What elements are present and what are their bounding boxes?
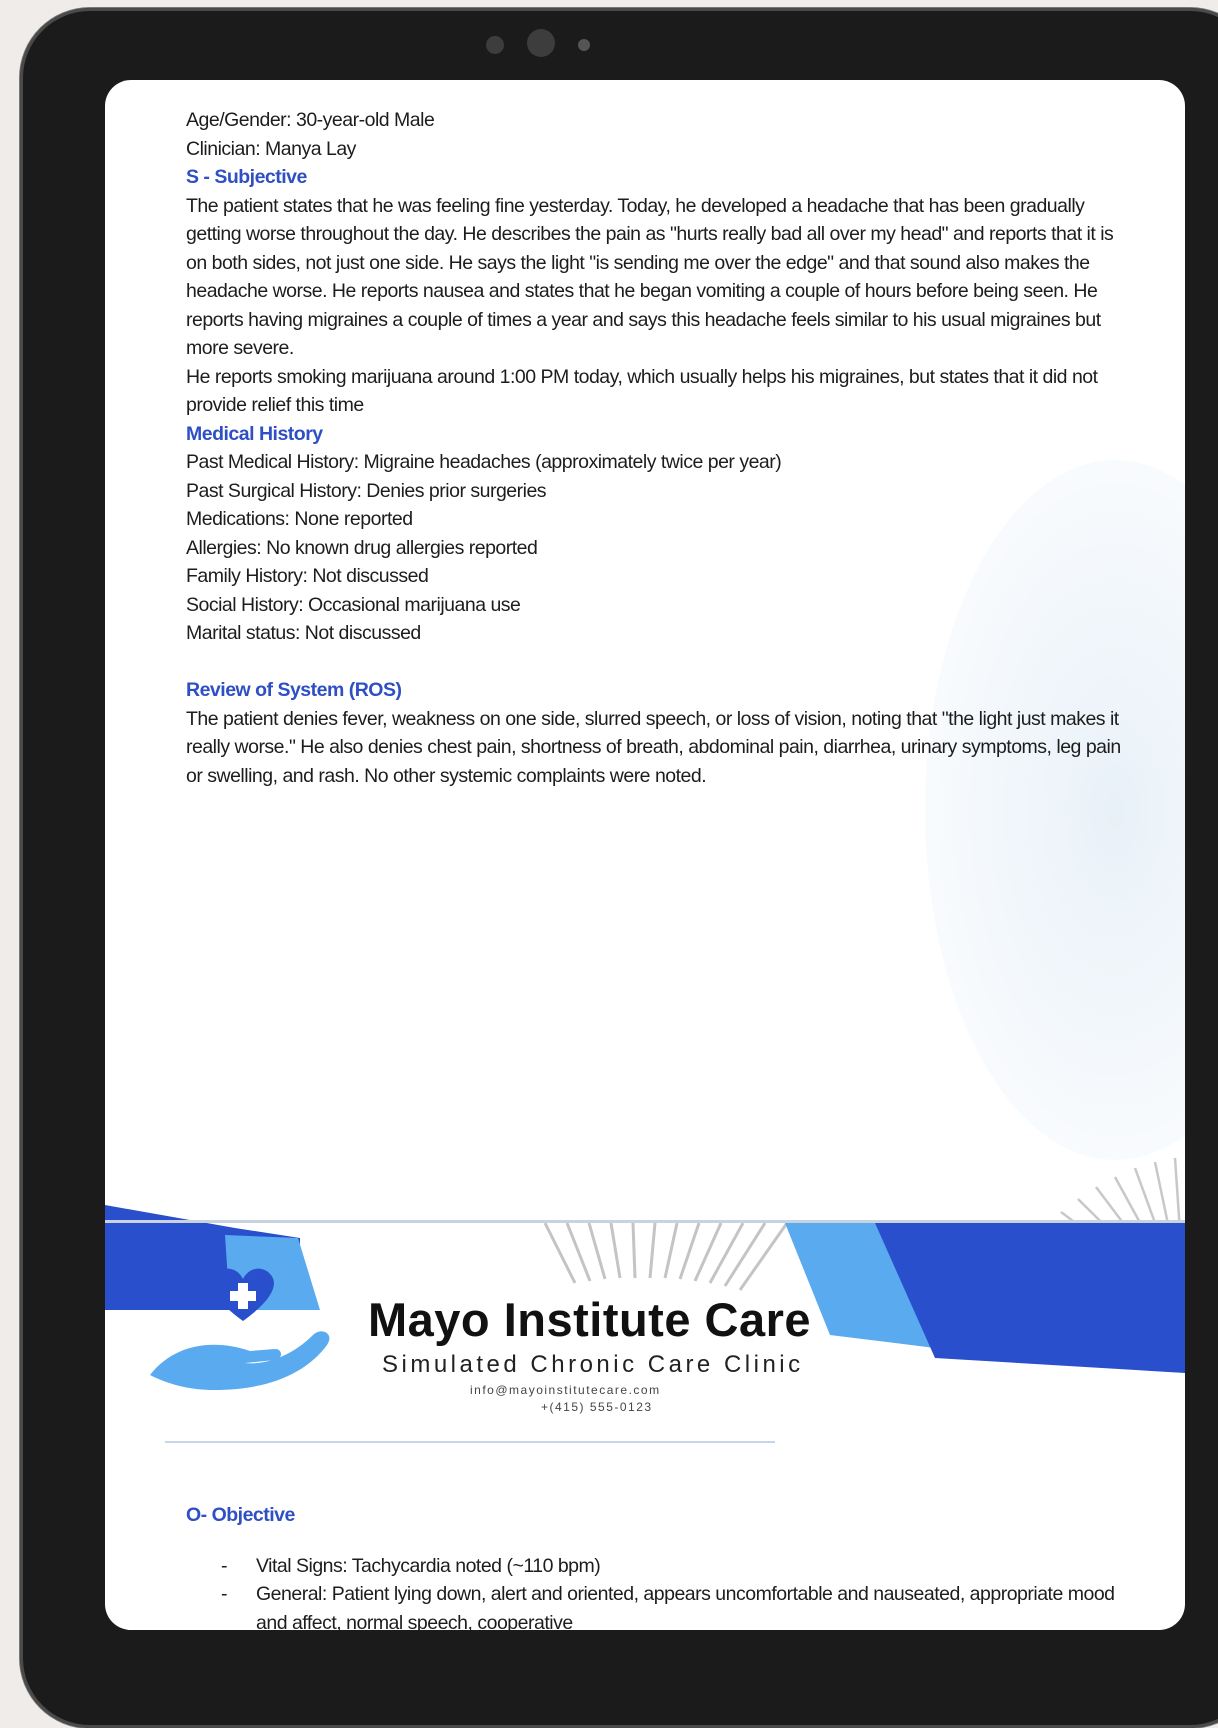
vital-signs: Vital Signs: Tachycardia noted (~110 bpm… [256,1554,601,1577]
tablet-frame: Age/Gender: 30-year-old Male Clinician: … [20,8,1218,1728]
age-gender: Age/Gender: 30-year-old Male [186,109,435,131]
heart-hand-logo [150,1268,330,1390]
document-screen: Age/Gender: 30-year-old Male Clinician: … [105,80,1185,1630]
general-exam: General: Patient lying down, alert and o… [256,1583,1115,1630]
list-item: - General: Patient lying down, alert and… [186,1580,1121,1630]
brand-title: Mayo Institute Care [368,1293,812,1346]
soap-note: Age/Gender: 30-year-old Male Clinician: … [186,106,1121,790]
list-item: Family History: Not discussed [186,565,429,587]
list-item: Social History: Occasional marijuana use [186,593,521,616]
list-item: Past Surgical History: Denies prior surg… [186,479,547,502]
ros-paragraph: The patient denies fever, weakness on on… [186,707,1121,787]
list-item: Medications: None reported [186,508,413,530]
brand-email: info@mayoinstitutecare.com [470,1383,661,1397]
sensor-right [578,39,590,51]
subjective-paragraph-2: He reports smoking marijuana around 1:00… [186,365,1098,417]
clinician: Clinician: Manya Lay [186,137,356,160]
front-camera [527,29,555,57]
list-item: - Vital Signs: Tachycardia noted (~110 b… [186,1552,1121,1581]
list-item: Allergies: No known drug allergies repor… [186,536,538,559]
brand-subtitle: Simulated Chronic Care Clinic [382,1351,804,1378]
medical-history-heading: Medical History [186,422,323,445]
sensor-left [486,36,504,54]
ros-heading: Review of System (ROS) [186,679,402,701]
subjective-paragraph-1: The patient states that he was feeling f… [186,194,1114,360]
letterhead-separator [165,1441,775,1443]
objective-heading: O- Objective [186,1504,295,1526]
medical-history-list: Past Medical History: Migraine headaches… [186,448,1121,648]
bullet-dash: - [221,1583,228,1605]
objective-section: O- Objective - Vital Signs: Tachycardia … [186,1501,1121,1630]
bullet-dash: - [221,1554,228,1577]
brand-phone: +(415) 555-0123 [541,1400,653,1414]
subjective-heading: S - Subjective [186,166,307,188]
list-item: Past Medical History: Migraine headaches… [186,451,782,473]
list-item: Marital status: Not discussed [186,622,421,644]
